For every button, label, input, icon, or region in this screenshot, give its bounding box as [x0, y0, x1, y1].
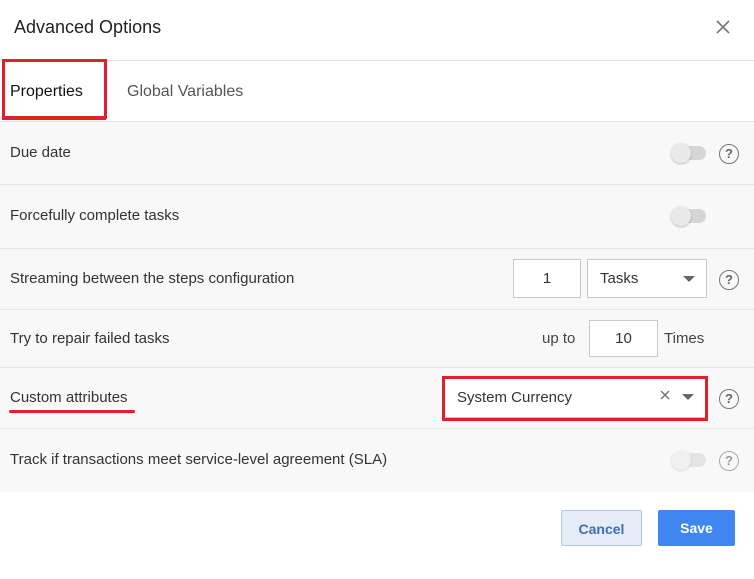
custom-attributes-value: System Currency [457, 389, 573, 406]
repair-count-input[interactable]: 10 [589, 320, 658, 357]
due-date-label: Due date [10, 144, 71, 161]
toggle-knob [671, 450, 691, 470]
streaming-unit-select[interactable]: Tasks [587, 259, 707, 298]
highlight-underline-custom-attributes [9, 410, 135, 413]
row-custom-attributes: Custom attributes System Currency ? [0, 368, 754, 429]
row-sla: Track if transactions meet service-level… [0, 429, 754, 492]
repair-prefix: up to [542, 330, 576, 347]
help-icon[interactable]: ? [719, 451, 739, 471]
due-date-toggle[interactable] [671, 143, 706, 163]
active-tab-indicator [2, 117, 106, 120]
close-icon[interactable] [712, 16, 734, 38]
dialog-footer: Cancel Save [0, 492, 754, 579]
tab-global-variables[interactable]: Global Variables [127, 61, 243, 121]
custom-attributes-label: Custom attributes [10, 389, 128, 406]
row-streaming: Streaming between the steps configuratio… [0, 249, 754, 310]
streaming-label: Streaming between the steps configuratio… [10, 270, 295, 287]
help-icon[interactable]: ? [719, 389, 739, 409]
custom-attributes-select[interactable]: System Currency [444, 377, 706, 418]
help-icon[interactable]: ? [719, 144, 739, 164]
streaming-count-input[interactable]: 1 [513, 259, 581, 298]
repair-suffix: Times [664, 330, 705, 347]
save-button[interactable]: Save [658, 510, 735, 546]
sla-label: Track if transactions meet service-level… [10, 451, 388, 468]
clear-icon[interactable] [658, 388, 672, 402]
toggle-knob [671, 143, 691, 163]
sla-toggle[interactable] [671, 450, 706, 470]
dialog-header: Advanced Options [0, 0, 754, 61]
streaming-unit-value: Tasks [600, 270, 639, 287]
repair-label: Try to repair failed tasks [10, 330, 170, 347]
force-complete-toggle[interactable] [671, 206, 706, 226]
dialog-title: Advanced Options [14, 17, 162, 37]
row-due-date: Due date ? [0, 122, 754, 185]
force-complete-label: Forcefully complete tasks [10, 207, 180, 224]
tab-bar: Properties Global Variables [0, 61, 754, 122]
chevron-down-icon [682, 394, 694, 400]
toggle-knob [671, 206, 691, 226]
row-repair: Try to repair failed tasks up to 10 Time… [0, 310, 754, 368]
options-list: Due date ? Forcefully complete tasks Str… [0, 122, 754, 492]
cancel-button[interactable]: Cancel [561, 510, 642, 546]
chevron-down-icon [683, 276, 695, 282]
row-force-complete: Forcefully complete tasks [0, 185, 754, 249]
help-icon[interactable]: ? [719, 270, 739, 290]
tab-properties[interactable]: Properties [10, 61, 83, 121]
